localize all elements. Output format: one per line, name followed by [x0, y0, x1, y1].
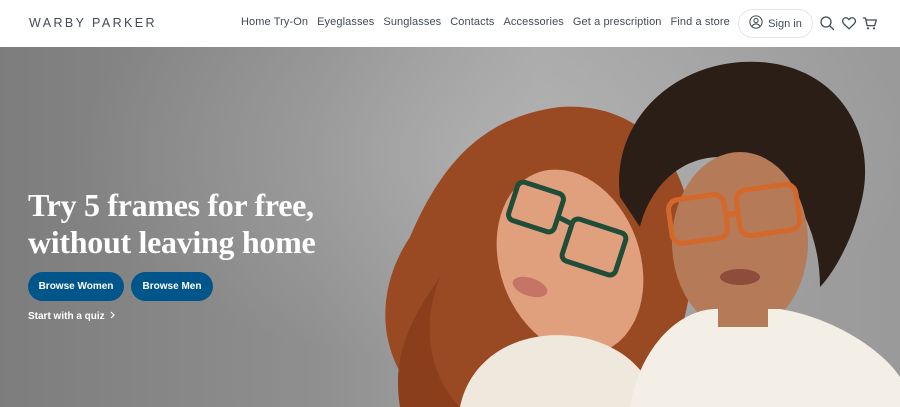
sign-in-button[interactable]: Sign in [738, 9, 813, 38]
main-nav: Home Try-On Eyeglasses Sunglasses Contac… [241, 16, 739, 28]
search-icon[interactable] [819, 15, 835, 31]
browse-women-button[interactable]: Browse Women [28, 272, 124, 301]
hero-headline: Try 5 frames for free, without leaving h… [28, 187, 358, 261]
site-header: WARBY PARKER Home Try-On Eyeglasses Sung… [0, 0, 900, 47]
nav-find-a-store[interactable]: Find a store [671, 16, 730, 28]
start-quiz-link[interactable]: Start with a quiz [28, 311, 116, 322]
start-quiz-label: Start with a quiz [28, 311, 105, 322]
cart-icon[interactable] [862, 15, 878, 31]
nav-get-a-prescription[interactable]: Get a prescription [573, 16, 662, 28]
browse-men-button[interactable]: Browse Men [131, 272, 213, 301]
warby-parker-logo[interactable]: WARBY PARKER [29, 16, 157, 30]
headline-line-1: Try 5 frames for free, [28, 187, 314, 223]
sign-in-label: Sign in [768, 17, 802, 30]
heart-icon[interactable] [841, 15, 857, 31]
user-icon [749, 15, 763, 32]
nav-accessories[interactable]: Accessories [503, 16, 563, 28]
chevron-right-icon [110, 311, 116, 322]
headline-line-2: without leaving home [28, 224, 316, 260]
nav-contacts[interactable]: Contacts [450, 16, 494, 28]
nav-sunglasses[interactable]: Sunglasses [383, 16, 441, 28]
nav-home-try-on[interactable]: Home Try-On [241, 16, 308, 28]
hero-banner: Try 5 frames for free, without leaving h… [0, 47, 900, 407]
nav-eyeglasses[interactable]: Eyeglasses [317, 16, 374, 28]
